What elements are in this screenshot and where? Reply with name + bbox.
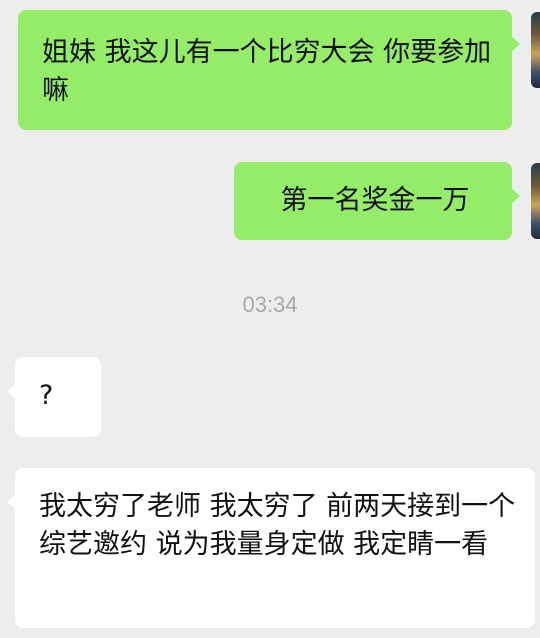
sent-message-bubble[interactable]: 姐妹 我这儿有一个比穷大会 你要参加嘛 xyxy=(18,10,520,130)
received-message-bubble[interactable]: 我太穷了老师 我太穷了 前两天接到一个综艺邀约 说为我量身定做 我定睛一看 xyxy=(7,468,535,628)
message-text: ? xyxy=(39,380,54,411)
message-text: 姐妹 我这儿有一个比穷大会 你要参加嘛 xyxy=(42,37,492,106)
message-text: 我太穷了老师 我太穷了 前两天接到一个综艺邀约 说为我量身定做 我定睛一看 xyxy=(39,491,516,560)
chat-area: 姐妹 我这儿有一个比穷大会 你要参加嘛 第一名奖金一万 03:34 ? 我太穷了… xyxy=(0,0,540,638)
own-avatar[interactable] xyxy=(531,12,540,88)
sent-message-bubble[interactable]: 第一名奖金一万 xyxy=(234,162,520,240)
own-avatar[interactable] xyxy=(531,163,540,239)
message-text: 第一名奖金一万 xyxy=(280,185,470,216)
message-timestamp: 03:34 xyxy=(242,292,298,317)
received-message-bubble[interactable]: ? xyxy=(7,357,101,437)
